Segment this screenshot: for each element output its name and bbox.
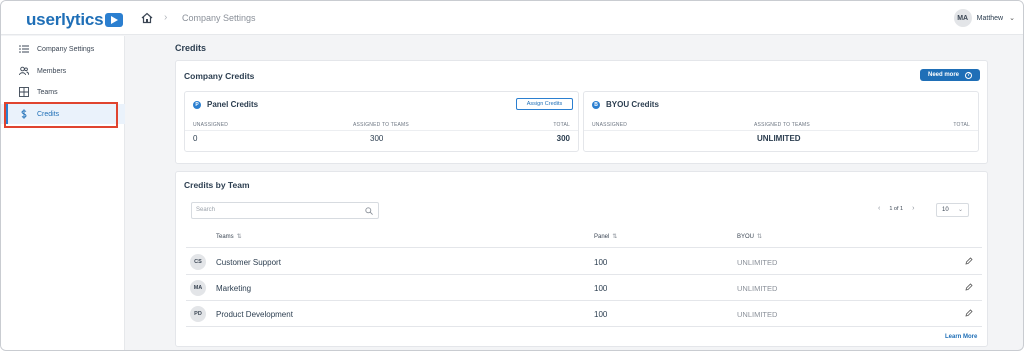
- credits-by-team-title: Credits by Team: [184, 180, 250, 190]
- unassigned-value: 0: [193, 134, 198, 143]
- byou-value: UNLIMITED: [737, 284, 778, 293]
- table-row: CS Customer Support 100 UNLIMITED: [186, 249, 982, 275]
- team-name: Product Development: [216, 310, 293, 319]
- pagination: ‹ 1 of 1 ›: [878, 205, 914, 212]
- assigned-value: 300: [370, 134, 384, 143]
- sidebar-item-members[interactable]: Members: [1, 61, 125, 81]
- avatar: MA: [190, 280, 206, 296]
- sidebar-item-teams[interactable]: Teams: [1, 82, 125, 102]
- grid-icon: [19, 87, 29, 97]
- byou-credits-box: B BYOU Credits UNASSIGNED ASSIGNED TO TE…: [583, 91, 979, 152]
- page-title: Credits: [175, 43, 207, 53]
- per-page-select[interactable]: 10 ⌄: [936, 203, 969, 217]
- company-credits-card: Company Credits Need more ? P Panel Cred…: [175, 60, 988, 164]
- prev-page-icon[interactable]: ‹: [878, 205, 880, 212]
- help-icon: ?: [965, 71, 972, 79]
- edit-icon[interactable]: [965, 257, 973, 265]
- edit-icon[interactable]: [965, 309, 973, 317]
- byou-credits-title: BYOU Credits: [606, 100, 659, 109]
- divider: [185, 130, 578, 131]
- panel-value: 100: [594, 284, 608, 293]
- table-header: Teams ⇅ Panel ⇅ BYOU ⇅: [186, 225, 982, 248]
- byou-credits-icon: B: [592, 100, 600, 109]
- assigned-to-teams-label: ASSIGNED TO TEAMS: [353, 122, 409, 128]
- credits-by-team-card: Credits by Team Search ‹ 1 of 1 › 10 ⌄ T…: [175, 171, 988, 347]
- panel-credits-box: P Panel Credits Assign Credits UNASSIGNE…: [184, 91, 579, 152]
- total-value: 300: [556, 134, 570, 143]
- edit-icon[interactable]: [965, 283, 973, 291]
- breadcrumb: Company Settings: [182, 13, 256, 23]
- search-icon: [365, 207, 373, 215]
- sidebar-item-company-settings[interactable]: Company Settings: [1, 39, 125, 59]
- need-more-button[interactable]: Need more ?: [920, 69, 980, 81]
- table-row: PD Product Development 100 UNLIMITED: [186, 301, 982, 327]
- total-label: TOTAL: [553, 122, 570, 128]
- search-input[interactable]: Search: [191, 202, 379, 219]
- next-page-icon[interactable]: ›: [912, 205, 914, 212]
- list-icon: [19, 45, 29, 53]
- avatar: MA: [953, 9, 972, 27]
- users-icon: [19, 66, 29, 76]
- total-label: TOTAL: [953, 122, 970, 128]
- chevron-down-icon: ⌄: [957, 207, 963, 213]
- sort-icon: ⇅: [757, 234, 763, 240]
- highlight-annotation: [4, 102, 118, 128]
- play-icon: [105, 13, 124, 27]
- byou-value: UNLIMITED: [737, 258, 778, 267]
- panel-value: 100: [594, 258, 608, 267]
- column-byou[interactable]: BYOU ⇅: [737, 233, 762, 240]
- chevron-right-icon: ›: [164, 12, 168, 23]
- column-panel[interactable]: Panel ⇅: [594, 233, 617, 240]
- divider: [584, 130, 978, 131]
- assigned-to-teams-label: ASSIGNED TO TEAMS: [754, 122, 810, 128]
- unassigned-label: UNASSIGNED: [592, 122, 628, 128]
- sort-icon: ⇅: [236, 234, 242, 240]
- column-teams[interactable]: Teams ⇅: [216, 233, 242, 240]
- home-icon[interactable]: [141, 12, 153, 24]
- company-credits-title: Company Credits: [184, 71, 255, 81]
- byou-value: UNLIMITED: [737, 310, 778, 319]
- assigned-value: UNLIMITED: [757, 134, 801, 143]
- team-name: Marketing: [216, 284, 252, 293]
- userlytics-logo[interactable]: userlytics: [26, 10, 124, 30]
- panel-value: 100: [594, 310, 608, 319]
- app-window: userlytics › Company Settings MA Matthew…: [0, 0, 1024, 351]
- learn-more-link[interactable]: Learn More: [945, 334, 977, 340]
- sort-icon: ⇅: [612, 234, 618, 240]
- avatar: PD: [190, 306, 206, 322]
- sidebar: Company Settings Members Teams Credits: [1, 36, 125, 350]
- assign-credits-button[interactable]: Assign Credits: [516, 98, 573, 110]
- chevron-down-icon: ⌄: [1009, 15, 1015, 22]
- table-row: MA Marketing 100 UNLIMITED: [186, 275, 982, 301]
- avatar: CS: [190, 254, 206, 270]
- user-name: Matthew: [976, 14, 1004, 22]
- panel-credits-icon: P: [193, 100, 201, 109]
- panel-credits-title: Panel Credits: [207, 100, 259, 109]
- team-name: Customer Support: [216, 258, 281, 267]
- unassigned-label: UNASSIGNED: [193, 122, 229, 128]
- user-menu[interactable]: MA Matthew ⌄: [953, 9, 1015, 27]
- top-bar: userlytics › Company Settings MA Matthew…: [1, 1, 1023, 35]
- page-indicator: 1 of 1: [889, 205, 904, 212]
